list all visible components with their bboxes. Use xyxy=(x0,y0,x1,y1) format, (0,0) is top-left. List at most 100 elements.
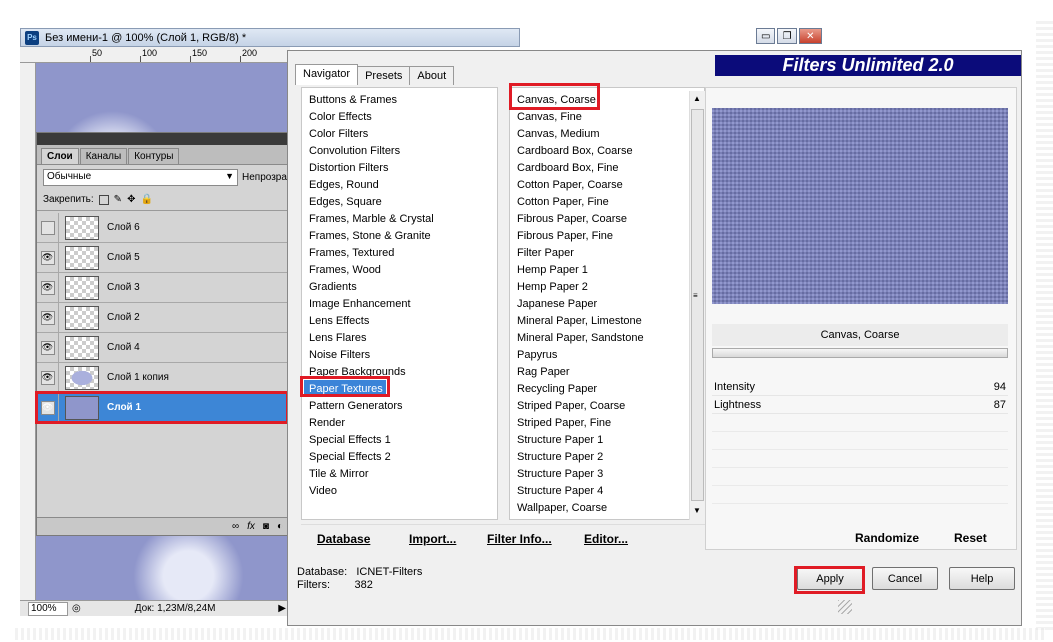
category-item[interactable]: Edges, Round xyxy=(309,178,379,192)
category-item[interactable]: Image Enhancement xyxy=(309,297,411,311)
category-item[interactable]: Render xyxy=(309,416,345,430)
filter-list-scrollbar[interactable]: ▲ ≡ ▼ xyxy=(689,91,705,520)
visibility-toggle[interactable]: 👁 xyxy=(37,303,59,332)
filter-item[interactable]: Cardboard Box, Fine xyxy=(517,161,619,175)
category-item[interactable]: Frames, Marble & Crystal xyxy=(309,212,434,226)
database-button[interactable]: Database xyxy=(317,532,370,546)
category-item[interactable]: Edges, Square xyxy=(309,195,382,209)
filter-item[interactable]: Filter Paper xyxy=(517,246,574,260)
scroll-down-icon[interactable]: ▼ xyxy=(693,506,701,515)
layer-row[interactable]: Слой 6 xyxy=(37,213,289,243)
visibility-toggle[interactable]: 👁 xyxy=(37,273,59,302)
lock-icon[interactable]: 🔒 xyxy=(140,194,152,205)
move-icon[interactable]: ✥ xyxy=(127,194,135,205)
category-item[interactable]: Frames, Stone & Granite xyxy=(309,229,431,243)
category-item[interactable]: Frames, Textured xyxy=(309,246,394,260)
resize-grip-icon[interactable] xyxy=(838,600,852,614)
filter-item[interactable]: Wallpaper, Coarse xyxy=(517,501,607,515)
category-item[interactable]: Buttons & Frames xyxy=(309,93,397,107)
param-lightness[interactable]: Lightness 87 xyxy=(712,397,1008,414)
layer-row[interactable]: 👁 Слой 3 xyxy=(37,273,289,303)
filter-item[interactable]: Structure Paper 2 xyxy=(517,450,603,464)
progress-bar xyxy=(712,348,1008,358)
tab-layers[interactable]: Слои xyxy=(41,148,79,164)
scroll-thumb[interactable] xyxy=(691,109,704,501)
visibility-toggle[interactable]: 👁 xyxy=(37,333,59,362)
filter-item[interactable]: Structure Paper 4 xyxy=(517,484,603,498)
filter-item[interactable]: Cardboard Box, Coarse xyxy=(517,144,633,158)
category-item[interactable]: Video xyxy=(309,484,337,498)
category-item[interactable]: Gradients xyxy=(309,280,357,294)
layer-row[interactable]: 👁 Слой 4 xyxy=(37,333,289,363)
filter-item[interactable]: Hemp Paper 1 xyxy=(517,263,588,277)
param-intensity[interactable]: Intensity 94 xyxy=(712,379,1008,396)
category-item[interactable]: Special Effects 2 xyxy=(309,450,391,464)
filter-item[interactable]: Structure Paper 1 xyxy=(517,433,603,447)
filter-item[interactable]: Cotton Paper, Coarse xyxy=(517,178,623,192)
layer-thumbnail xyxy=(65,305,99,330)
filter-item[interactable]: Striped Paper, Fine xyxy=(517,416,611,430)
tab-about[interactable]: About xyxy=(409,66,455,85)
restore-button[interactable]: ❐ xyxy=(777,28,797,44)
fx-icon[interactable]: fx xyxy=(247,521,255,532)
ruler-label: 100 xyxy=(142,48,158,58)
filter-item[interactable]: Rag Paper xyxy=(517,365,570,379)
filter-item[interactable]: Cotton Paper, Fine xyxy=(517,195,609,209)
link-icon[interactable]: ∞ xyxy=(232,521,239,532)
torn-edge xyxy=(15,628,1045,640)
tab-navigator[interactable]: Navigator xyxy=(295,64,359,85)
adjustment-icon[interactable]: ◐ xyxy=(277,521,283,532)
filter-item[interactable]: Striped Paper, Coarse xyxy=(517,399,625,413)
cancel-button[interactable]: Cancel xyxy=(872,567,938,590)
tab-presets[interactable]: Presets xyxy=(357,66,411,85)
filter-preview[interactable] xyxy=(712,108,1008,304)
category-item[interactable]: Lens Effects xyxy=(309,314,369,328)
visibility-toggle[interactable]: 👁 xyxy=(37,243,59,272)
randomize-button[interactable]: Randomize xyxy=(855,531,919,545)
mask-icon[interactable]: ◙ xyxy=(263,521,269,532)
close-button[interactable]: ✕ xyxy=(798,28,822,44)
filter-item[interactable]: Fibrous Paper, Fine xyxy=(517,229,613,243)
filter-item[interactable]: Structure Paper 3 xyxy=(517,467,603,481)
layer-row[interactable]: 👁 Слой 1 копия xyxy=(37,363,289,393)
category-item[interactable]: Distortion Filters xyxy=(309,161,388,175)
filter-item[interactable]: Papyrus xyxy=(517,348,557,362)
category-item[interactable]: Special Effects 1 xyxy=(309,433,391,447)
category-item[interactable]: Lens Flares xyxy=(309,331,366,345)
tab-channels[interactable]: Каналы xyxy=(79,148,128,164)
brush-icon[interactable]: ✎ xyxy=(114,194,122,205)
category-item[interactable]: Color Filters xyxy=(309,127,368,141)
category-item[interactable]: Pattern Generators xyxy=(309,399,403,413)
tab-paths[interactable]: Контуры xyxy=(128,148,180,164)
lock-transparency-icon[interactable] xyxy=(98,194,109,205)
filter-item[interactable]: Mineral Paper, Sandstone xyxy=(517,331,644,345)
filter-item[interactable]: Canvas, Medium xyxy=(517,127,600,141)
editor-button[interactable]: Editor... xyxy=(584,532,628,546)
category-item[interactable]: Color Effects xyxy=(309,110,372,124)
visibility-toggle[interactable] xyxy=(37,213,59,242)
filter-item[interactable]: Recycling Paper xyxy=(517,382,597,396)
filter-info-button[interactable]: Filter Info... xyxy=(487,532,552,546)
filter-item[interactable]: Japanese Paper xyxy=(517,297,597,311)
filter-item[interactable]: Canvas, Fine xyxy=(517,110,582,124)
layer-row[interactable]: 👁 Слой 2 xyxy=(37,303,289,333)
status-arrow-icon[interactable]: ▶ xyxy=(278,603,286,614)
filter-item[interactable]: Fibrous Paper, Coarse xyxy=(517,212,627,226)
minimize-button[interactable]: ▭ xyxy=(756,28,776,44)
help-button[interactable]: Help xyxy=(949,567,1015,590)
filter-item[interactable]: Hemp Paper 2 xyxy=(517,280,588,294)
filter-item[interactable]: Mineral Paper, Limestone xyxy=(517,314,642,328)
category-item[interactable]: Tile & Mirror xyxy=(309,467,368,481)
scroll-up-icon[interactable]: ▲ xyxy=(693,94,701,103)
reset-button[interactable]: Reset xyxy=(954,531,987,545)
grip-icon: ≡ xyxy=(693,291,698,300)
category-item[interactable]: Convolution Filters xyxy=(309,144,400,158)
status-icon[interactable]: ◎ xyxy=(72,603,81,614)
category-item[interactable]: Noise Filters xyxy=(309,348,370,362)
zoom-field[interactable]: 100% xyxy=(28,601,68,616)
visibility-toggle[interactable]: 👁 xyxy=(37,363,59,392)
category-item[interactable]: Frames, Wood xyxy=(309,263,381,277)
blend-mode-select[interactable]: Обычные ▼ xyxy=(43,168,238,186)
layer-row[interactable]: 👁 Слой 5 xyxy=(37,243,289,273)
import-button[interactable]: Import... xyxy=(409,532,456,546)
